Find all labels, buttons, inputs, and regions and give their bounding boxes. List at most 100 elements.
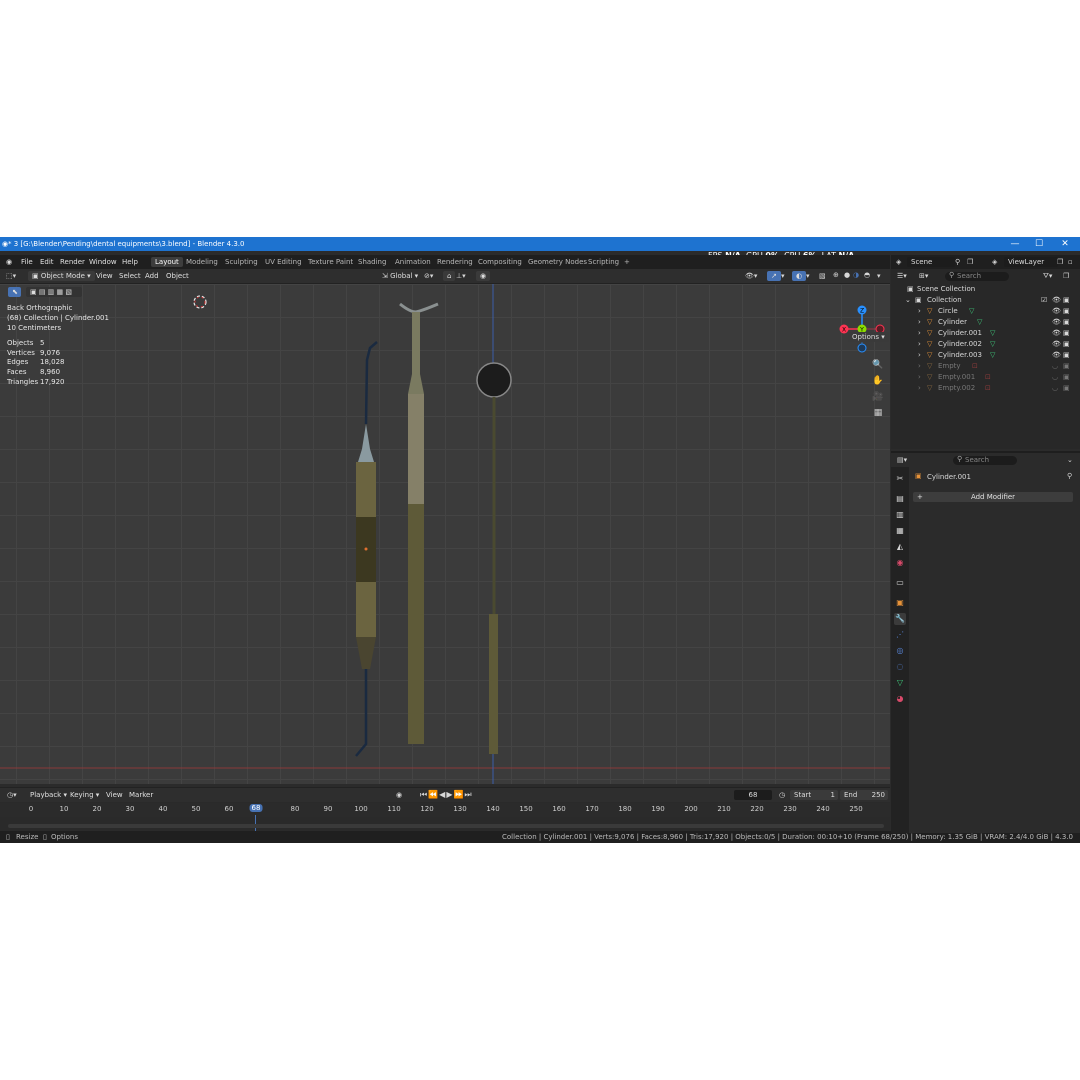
expand-chevron-icon[interactable]: ›	[918, 317, 921, 328]
render-camera-icon[interactable]: ▣	[1063, 339, 1070, 350]
timeline-menu-view[interactable]: View	[106, 791, 123, 799]
snap-target-icon[interactable]: ⊥▾	[456, 272, 466, 280]
outliner-item-empty[interactable]: › ▽ Empty ⊡ ◡ ▣	[891, 361, 1080, 372]
tab-layout[interactable]: Layout	[151, 257, 183, 267]
scene-selector[interactable]: Scene	[907, 257, 955, 267]
new-scene-icon[interactable]: ❐	[967, 258, 973, 266]
object-tab-icon[interactable]: ▣	[894, 597, 906, 609]
tool-tab-icon[interactable]: ✂	[894, 473, 906, 485]
eye-icon[interactable]: 👁	[1052, 317, 1061, 328]
instrument-probe[interactable]	[399, 302, 439, 744]
viewport-menu-object[interactable]: Object	[166, 272, 189, 280]
minimize-button[interactable]: —	[1003, 238, 1027, 250]
navigation-gizmo[interactable]: Z X Y	[838, 304, 888, 354]
view-layer-selector[interactable]: ViewLayer	[1004, 257, 1058, 267]
modifier-tab-icon[interactable]: 🔧	[894, 613, 906, 625]
transform-orientation-dropdown[interactable]: ⇲ Global ▾	[378, 271, 422, 281]
expand-chevron-icon[interactable]: ›	[918, 339, 921, 350]
add-workspace-button[interactable]: +	[624, 258, 630, 266]
new-collection-icon[interactable]: ❐	[1063, 272, 1069, 280]
3d-viewport[interactable]: ⬉ ▣ ▤ ▥ ▦ ▧ Back Orthographic (68) Colle…	[0, 284, 890, 784]
blender-menu-icon[interactable]: ◉	[6, 258, 12, 266]
eye-icon[interactable]: 👁	[1052, 350, 1061, 361]
gizmo-toggle[interactable]: ↗	[767, 271, 781, 281]
tab-shading[interactable]: Shading	[358, 258, 386, 266]
shading-dropdown-icon[interactable]: ▾	[877, 272, 881, 280]
world-tab-icon[interactable]: ◉	[894, 557, 906, 569]
tab-scripting[interactable]: Scripting	[588, 258, 619, 266]
instrument-explorer[interactable]	[355, 341, 378, 757]
overlay-dropdown-icon[interactable]: ▾	[806, 272, 810, 280]
pin-icon[interactable]: ⚲	[1067, 472, 1072, 480]
material-tab-icon[interactable]: ◕	[894, 693, 906, 705]
properties-options-icon[interactable]: ⌄	[1067, 456, 1073, 464]
eye-icon[interactable]: 👁	[1052, 295, 1061, 306]
tab-animation[interactable]: Animation	[395, 258, 431, 266]
render-tab-icon[interactable]: ▤	[894, 493, 906, 505]
viewport-options-button[interactable]: Options ▾	[848, 332, 889, 342]
viewport-menu-select[interactable]: Select	[119, 272, 141, 280]
timeline-menu-keying[interactable]: Keying ▾	[70, 791, 99, 799]
zoom-icon[interactable]: 🔍	[872, 360, 884, 372]
display-mode-icon[interactable]: ⊞▾	[919, 272, 928, 280]
menu-help[interactable]: Help	[122, 258, 138, 266]
solid-shading-icon[interactable]: ●	[844, 271, 850, 279]
auto-keying-icon[interactable]: ◉	[396, 791, 402, 799]
collapse-chevron-icon[interactable]: ⌄	[905, 295, 911, 306]
xray-icon[interactable]: ▧	[819, 272, 826, 280]
outliner-scene-collection[interactable]: ▣ Scene Collection	[891, 284, 1080, 295]
output-tab-icon[interactable]: ▥	[894, 509, 906, 521]
outliner-item-cylinder-003[interactable]: › ▽ Cylinder.003 ▽ 👁 ▣	[891, 350, 1080, 361]
outliner-search-input[interactable]: Search	[945, 272, 1009, 281]
timeline-editor-type-icon[interactable]: ◷▾	[7, 791, 17, 799]
data-tab-icon[interactable]: ▽	[894, 677, 906, 689]
collection-tab-icon[interactable]: ▭	[894, 577, 906, 589]
tab-geometry-nodes[interactable]: Geometry Nodes	[528, 258, 587, 266]
tab-modeling[interactable]: Modeling	[186, 258, 218, 266]
eye-closed-icon[interactable]: ◡	[1052, 372, 1058, 383]
playback-controls[interactable]: ⏮⏪◀▶⏩⏭	[420, 790, 473, 800]
material-shading-icon[interactable]: ◑	[853, 271, 859, 279]
view-layer-tab-icon[interactable]: ▦	[894, 525, 906, 537]
3d-cursor-icon[interactable]	[193, 295, 207, 309]
menu-file[interactable]: File	[21, 258, 33, 266]
camera-icon[interactable]: 🎥	[872, 392, 884, 404]
eye-icon[interactable]: 👁	[1052, 306, 1061, 317]
render-camera-icon[interactable]: ▣	[1063, 383, 1070, 394]
instrument-mirror[interactable]	[476, 362, 512, 754]
eye-icon[interactable]: 👁	[1052, 339, 1061, 350]
proportional-edit-icon[interactable]: ◉	[476, 271, 491, 281]
expand-chevron-icon[interactable]: ›	[918, 383, 921, 394]
expand-chevron-icon[interactable]: ›	[918, 306, 921, 317]
pin-icon[interactable]: ⚲	[955, 258, 960, 266]
expand-chevron-icon[interactable]: ›	[918, 350, 921, 361]
render-camera-icon[interactable]: ▣	[1063, 317, 1070, 328]
render-camera-icon[interactable]: ▣	[1063, 295, 1070, 306]
wireframe-shading-icon[interactable]: ⊕	[833, 271, 839, 279]
outliner-item-cylinder[interactable]: › ▽ Cylinder ▽ 👁 ▣	[891, 317, 1080, 328]
outliner-item-empty-002[interactable]: › ▽ Empty.002 ⊡ ◡ ▣	[891, 383, 1080, 394]
render-camera-icon[interactable]: ▣	[1063, 372, 1070, 383]
timeline-menu-marker[interactable]: Marker	[129, 791, 153, 799]
grid-toggle-icon[interactable]: ▦	[872, 408, 884, 420]
checkbox-icon[interactable]: ☑	[1041, 295, 1047, 306]
visibility-icon[interactable]: 👁▾	[745, 272, 757, 280]
viewport-menu-add[interactable]: Add	[145, 272, 159, 280]
outliner-item-cylinder-001[interactable]: › ▽ Cylinder.001 ▽ 👁 ▣	[891, 328, 1080, 339]
outliner-item-empty-001[interactable]: › ▽ Empty.001 ⊡ ◡ ▣	[891, 372, 1080, 383]
frame-ruler[interactable]: 0 10 20 30 40 50 60 68 80 90 100 110 120…	[0, 803, 890, 817]
tab-compositing[interactable]: Compositing	[478, 258, 522, 266]
tab-sculpting[interactable]: Sculpting	[225, 258, 258, 266]
physics-tab-icon[interactable]: ◎	[894, 645, 906, 657]
expand-chevron-icon[interactable]: ›	[918, 361, 921, 372]
new-view-layer-icon[interactable]: ❐	[1057, 258, 1063, 266]
outliner-item-cylinder-002[interactable]: › ▽ Cylinder.002 ▽ 👁 ▣	[891, 339, 1080, 350]
current-frame-field[interactable]: 68	[734, 790, 772, 800]
tab-texture-paint[interactable]: Texture Paint	[308, 258, 353, 266]
pan-hand-icon[interactable]: ✋	[872, 376, 884, 388]
remove-view-layer-icon[interactable]: ▫	[1068, 258, 1073, 266]
particles-tab-icon[interactable]: ⋰	[894, 629, 906, 641]
render-camera-icon[interactable]: ▣	[1063, 328, 1070, 339]
start-frame-field[interactable]: Start 1	[790, 790, 838, 800]
properties-search-input[interactable]: Search	[953, 456, 1017, 465]
